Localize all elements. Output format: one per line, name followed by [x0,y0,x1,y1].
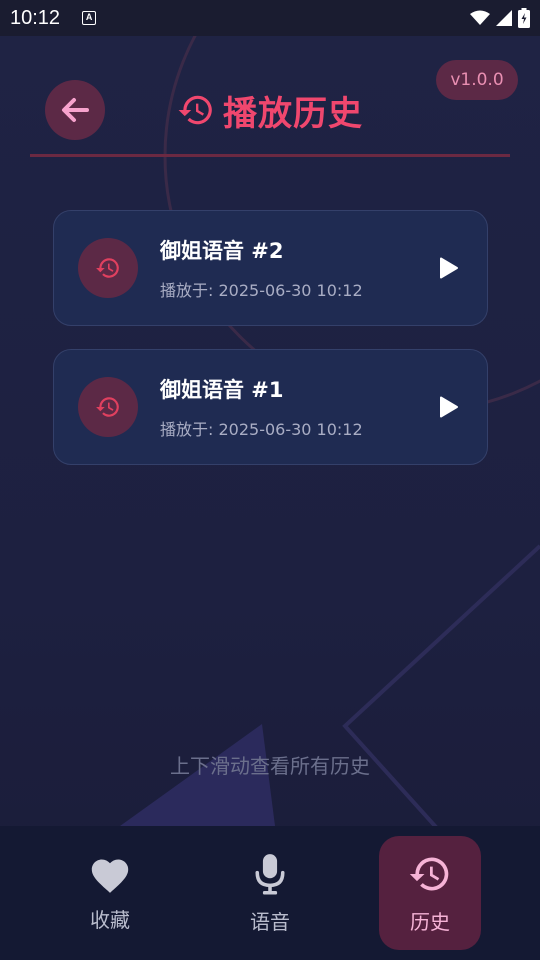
version-badge: v1.0.0 [436,60,518,100]
status-time: 10:12 [10,6,61,29]
wifi-icon [470,10,490,25]
nav-item-label: 收藏 [90,907,130,932]
scroll-hint: 上下滑动查看所有历史 [170,754,370,778]
page-title-text: 播放历史 [223,93,363,134]
play-icon [440,396,458,418]
play-button[interactable] [419,238,479,298]
nav-item-label: 历史 [410,909,450,934]
nav-item-label: 语音 [250,909,290,934]
history-item-title: 御姐语音 #2 [160,239,284,263]
nav-item-voice[interactable]: 语音 [219,836,321,950]
play-icon [440,257,458,279]
microphone-icon [255,853,285,895]
battery-icon [518,8,530,28]
history-item-text: 御姐语音 #2 播放于: 2025-06-30 10:12 [160,235,419,301]
heart-icon [91,858,129,893]
history-item-icon [78,377,138,437]
background-decoration [120,36,540,878]
history-icon [96,258,119,278]
bottom-nav: 收藏 语音 历史 [0,826,540,960]
history-icon [96,397,119,417]
play-button[interactable] [419,377,479,437]
notification-a-icon: A [82,11,97,25]
history-item-time: 播放于: 2025-06-30 10:12 [160,281,363,300]
history-list: 御姐语音 #2 播放于: 2025-06-30 10:12 御姐语音 #1 播放… [53,210,488,488]
nav-item-history[interactable]: 历史 [379,836,481,950]
history-item-icon [78,238,138,298]
status-bar: 10:12 A [0,0,540,36]
history-item[interactable]: 御姐语音 #1 播放于: 2025-06-30 10:12 [53,349,488,465]
nav-item-favorites[interactable]: 收藏 [59,836,161,950]
history-item-time: 播放于: 2025-06-30 10:12 [160,420,363,439]
status-icons [470,8,530,28]
background [0,36,540,960]
history-item-text: 御姐语音 #1 播放于: 2025-06-30 10:12 [160,374,419,440]
history-icon [409,857,449,890]
history-item-title: 御姐语音 #1 [160,378,284,402]
signal-icon [496,10,512,26]
history-icon [178,95,212,125]
header-divider [30,154,510,157]
history-item[interactable]: 御姐语音 #2 播放于: 2025-06-30 10:12 [53,210,488,326]
